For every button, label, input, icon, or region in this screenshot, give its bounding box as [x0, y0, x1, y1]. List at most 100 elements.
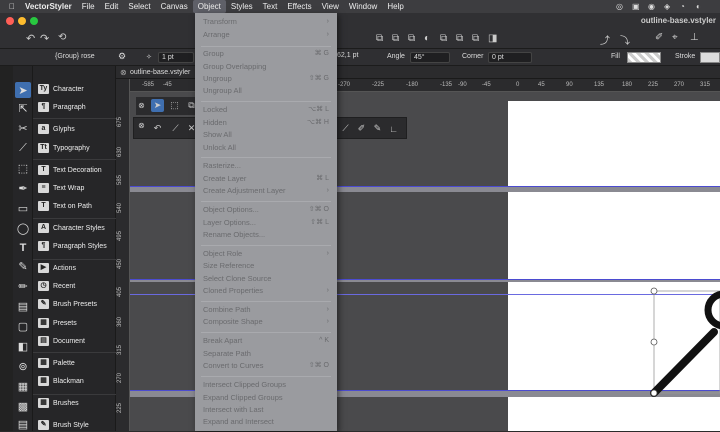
menu-canvas[interactable]: Canvas [156, 0, 193, 13]
panel-character-styles[interactable]: A Character Styles [33, 221, 116, 235]
menu-item-group[interactable]: Group ⌘ G [195, 48, 337, 60]
curve-tool-icon[interactable]: ↶ [151, 122, 164, 135]
menu-effects[interactable]: Effects [282, 0, 316, 13]
menu-item-create-adjustment-layer[interactable]: Create Adjustment Layer › [195, 185, 337, 197]
mesh-tool-icon[interactable]: ▦ [15, 378, 31, 394]
angle-tool-icon[interactable]: ∟ [387, 122, 400, 135]
menu-file[interactable]: File [77, 0, 100, 13]
boolean-exclude-icon[interactable]: ◐ [424, 33, 430, 44]
boolean-merge-icon[interactable]: ⧉ [472, 33, 479, 44]
settings-gear-icon[interactable]: ⚙ [118, 51, 126, 62]
swatch-tool-icon[interactable]: ▩ [15, 398, 31, 414]
menu-item-rename-objects[interactable]: Rename Objects... [195, 229, 337, 241]
wifi-icon[interactable]: ◔ [680, 0, 685, 13]
transparency-tool-icon[interactable]: ◧ [15, 338, 31, 354]
panel-brushes[interactable]: ▦ Brushes [33, 396, 116, 410]
menu-item-break-apart[interactable]: Break Apart ^ K [195, 335, 337, 347]
knife-tool-icon[interactable]: ⟋ [15, 140, 31, 156]
measure-icon[interactable]: ⊥ [690, 32, 699, 43]
select-tool-icon[interactable]: ➤ [15, 82, 31, 98]
selection-handle[interactable] [650, 287, 658, 295]
menu-edit[interactable]: Edit [100, 0, 124, 13]
notification-icon[interactable]: ◐ [696, 0, 701, 13]
shape-tool-icon[interactable]: ▢ [15, 318, 31, 334]
panel-actions[interactable]: ▶ Actions [33, 261, 116, 275]
menu-item-intersect-clipped-groups[interactable]: Intersect Clipped Groups [195, 379, 337, 391]
corner-field[interactable]: 0 pt [488, 52, 532, 63]
menu-item-ungroup[interactable]: Ungroup ⇧⌘ G [195, 73, 337, 85]
undo-icon[interactable]: ↶ [26, 32, 35, 45]
brush-tool-icon[interactable]: ✎ [15, 258, 31, 274]
menu-item-size-reference[interactable]: Size Reference [195, 260, 337, 272]
node-tool-icon[interactable]: ⇱ [15, 100, 31, 116]
apple-icon[interactable]:  [4, 0, 20, 13]
panel-document[interactable]: ▤ Document [33, 334, 116, 348]
panel-paragraph[interactable]: ¶ Paragraph [33, 100, 116, 114]
menu-item-arrange[interactable]: Arrange › [195, 29, 337, 41]
marquee-tool-icon[interactable]: ⬚ [15, 160, 31, 176]
scissors-tool-icon[interactable]: ✂ [15, 120, 31, 136]
menu-item-intersect-with-last[interactable]: Intersect with Last [195, 404, 337, 416]
rectangle-tool-icon[interactable]: ▭ [15, 200, 31, 216]
pencil-tool-icon[interactable]: ✏ [15, 278, 31, 294]
menu-object[interactable]: Object [192, 0, 226, 13]
boolean-divide-icon[interactable]: ⧉ [440, 33, 447, 44]
minimize-window-button[interactable] [18, 17, 26, 25]
direct-select-icon[interactable]: ⬚ [168, 99, 181, 112]
menu-item-object-options[interactable]: Object Options... ⇧⌘ O [195, 204, 337, 216]
menu-item-locked[interactable]: Locked ⌥⌘ L [195, 104, 337, 116]
stroke-width-field[interactable]: 1 pt [158, 52, 194, 63]
path-tool-icon[interactable]: ⤴ [600, 32, 610, 47]
menu-item-show-all[interactable]: Show All [195, 129, 337, 141]
gradient-tool-icon[interactable]: ▤ [15, 298, 31, 314]
menu-view[interactable]: View [317, 0, 344, 13]
menu-item-composite-shape[interactable]: Composite Shape › [195, 316, 337, 328]
menu-item-expand-clipped-groups[interactable]: Expand Clipped Groups [195, 392, 337, 404]
selection-handle[interactable] [650, 338, 658, 346]
pen-tool-icon[interactable]: ✒ [15, 180, 31, 196]
boolean-union-icon[interactable]: ⧉ [376, 33, 383, 44]
boolean-intersect-icon[interactable]: ⧉ [408, 33, 415, 44]
angle-field[interactable]: 45° [410, 52, 450, 63]
menu-text[interactable]: Text [258, 0, 283, 13]
menu-item-select-clone-source[interactable]: Select Clone Source [195, 273, 337, 285]
bezier-tool-icon[interactable]: ⟋ [169, 122, 182, 135]
menu-item-expand-and-intersect[interactable]: Expand and Intersect [195, 416, 337, 428]
zoom-window-button[interactable] [30, 17, 38, 25]
panel-character[interactable]: Ty Character [33, 82, 116, 96]
menu-select[interactable]: Select [123, 0, 155, 13]
stroke-swatch[interactable] [700, 52, 720, 63]
close-icon[interactable]: ⊗ [135, 99, 148, 112]
panel-blackman[interactable]: ▦ Blackman [33, 374, 116, 388]
menu-item-object-role[interactable]: Object Role › [195, 248, 337, 260]
menu-item-group-overlapping[interactable]: Group Overlapping [195, 61, 337, 73]
rotate-icon[interactable]: ⟲ [58, 32, 66, 43]
calligraphy-icon[interactable]: ✐ [355, 122, 368, 135]
panel-recent[interactable]: ◷ Recent [33, 279, 116, 293]
menu-item-combine-path[interactable]: Combine Path › [195, 304, 337, 316]
panel-brush-style[interactable]: ✎ Brush Style [33, 418, 116, 432]
panel-text-decoration[interactable]: T Text Decoration [33, 163, 116, 177]
menu-item-rasterize[interactable]: Rasterize... [195, 160, 337, 172]
menu-item-transform[interactable]: Transform › [195, 16, 337, 28]
text-tool-icon[interactable]: T [15, 240, 31, 256]
pointer-tool-icon[interactable]: ➤ [151, 99, 164, 112]
boolean-crop-icon[interactable]: ◨ [488, 33, 497, 44]
menu-styles[interactable]: Styles [226, 0, 258, 13]
close-window-button[interactable] [6, 17, 14, 25]
panel-text-wrap[interactable]: ≡ Text Wrap [33, 181, 116, 195]
fill-swatch[interactable] [627, 52, 661, 63]
tray-icon-2[interactable]: ▣ [632, 0, 640, 13]
panel-brush-presets[interactable]: ✎ Brush Presets [33, 297, 116, 311]
panel-text-on-path[interactable]: T Text on Path [33, 199, 116, 213]
color-tool-icon[interactable]: ▤ [15, 416, 31, 432]
menu-item-convert-to-curves[interactable]: Convert to Curves ⇧⌘ O [195, 360, 337, 372]
menu-item-ungroup-all[interactable]: Ungroup All [195, 85, 337, 97]
tray-icon-1[interactable]: ◎ [616, 0, 623, 13]
panel-paragraph-styles[interactable]: ¶ Paragraph Styles [33, 239, 116, 253]
boolean-trim-icon[interactable]: ⧉ [456, 33, 463, 44]
menu-help[interactable]: Help [382, 0, 408, 13]
menu-item-create-layer[interactable]: Create Layer ⌘ L [195, 173, 337, 185]
menu-item-separate-path[interactable]: Separate Path [195, 348, 337, 360]
node-icon[interactable]: ⌖ [672, 32, 678, 43]
